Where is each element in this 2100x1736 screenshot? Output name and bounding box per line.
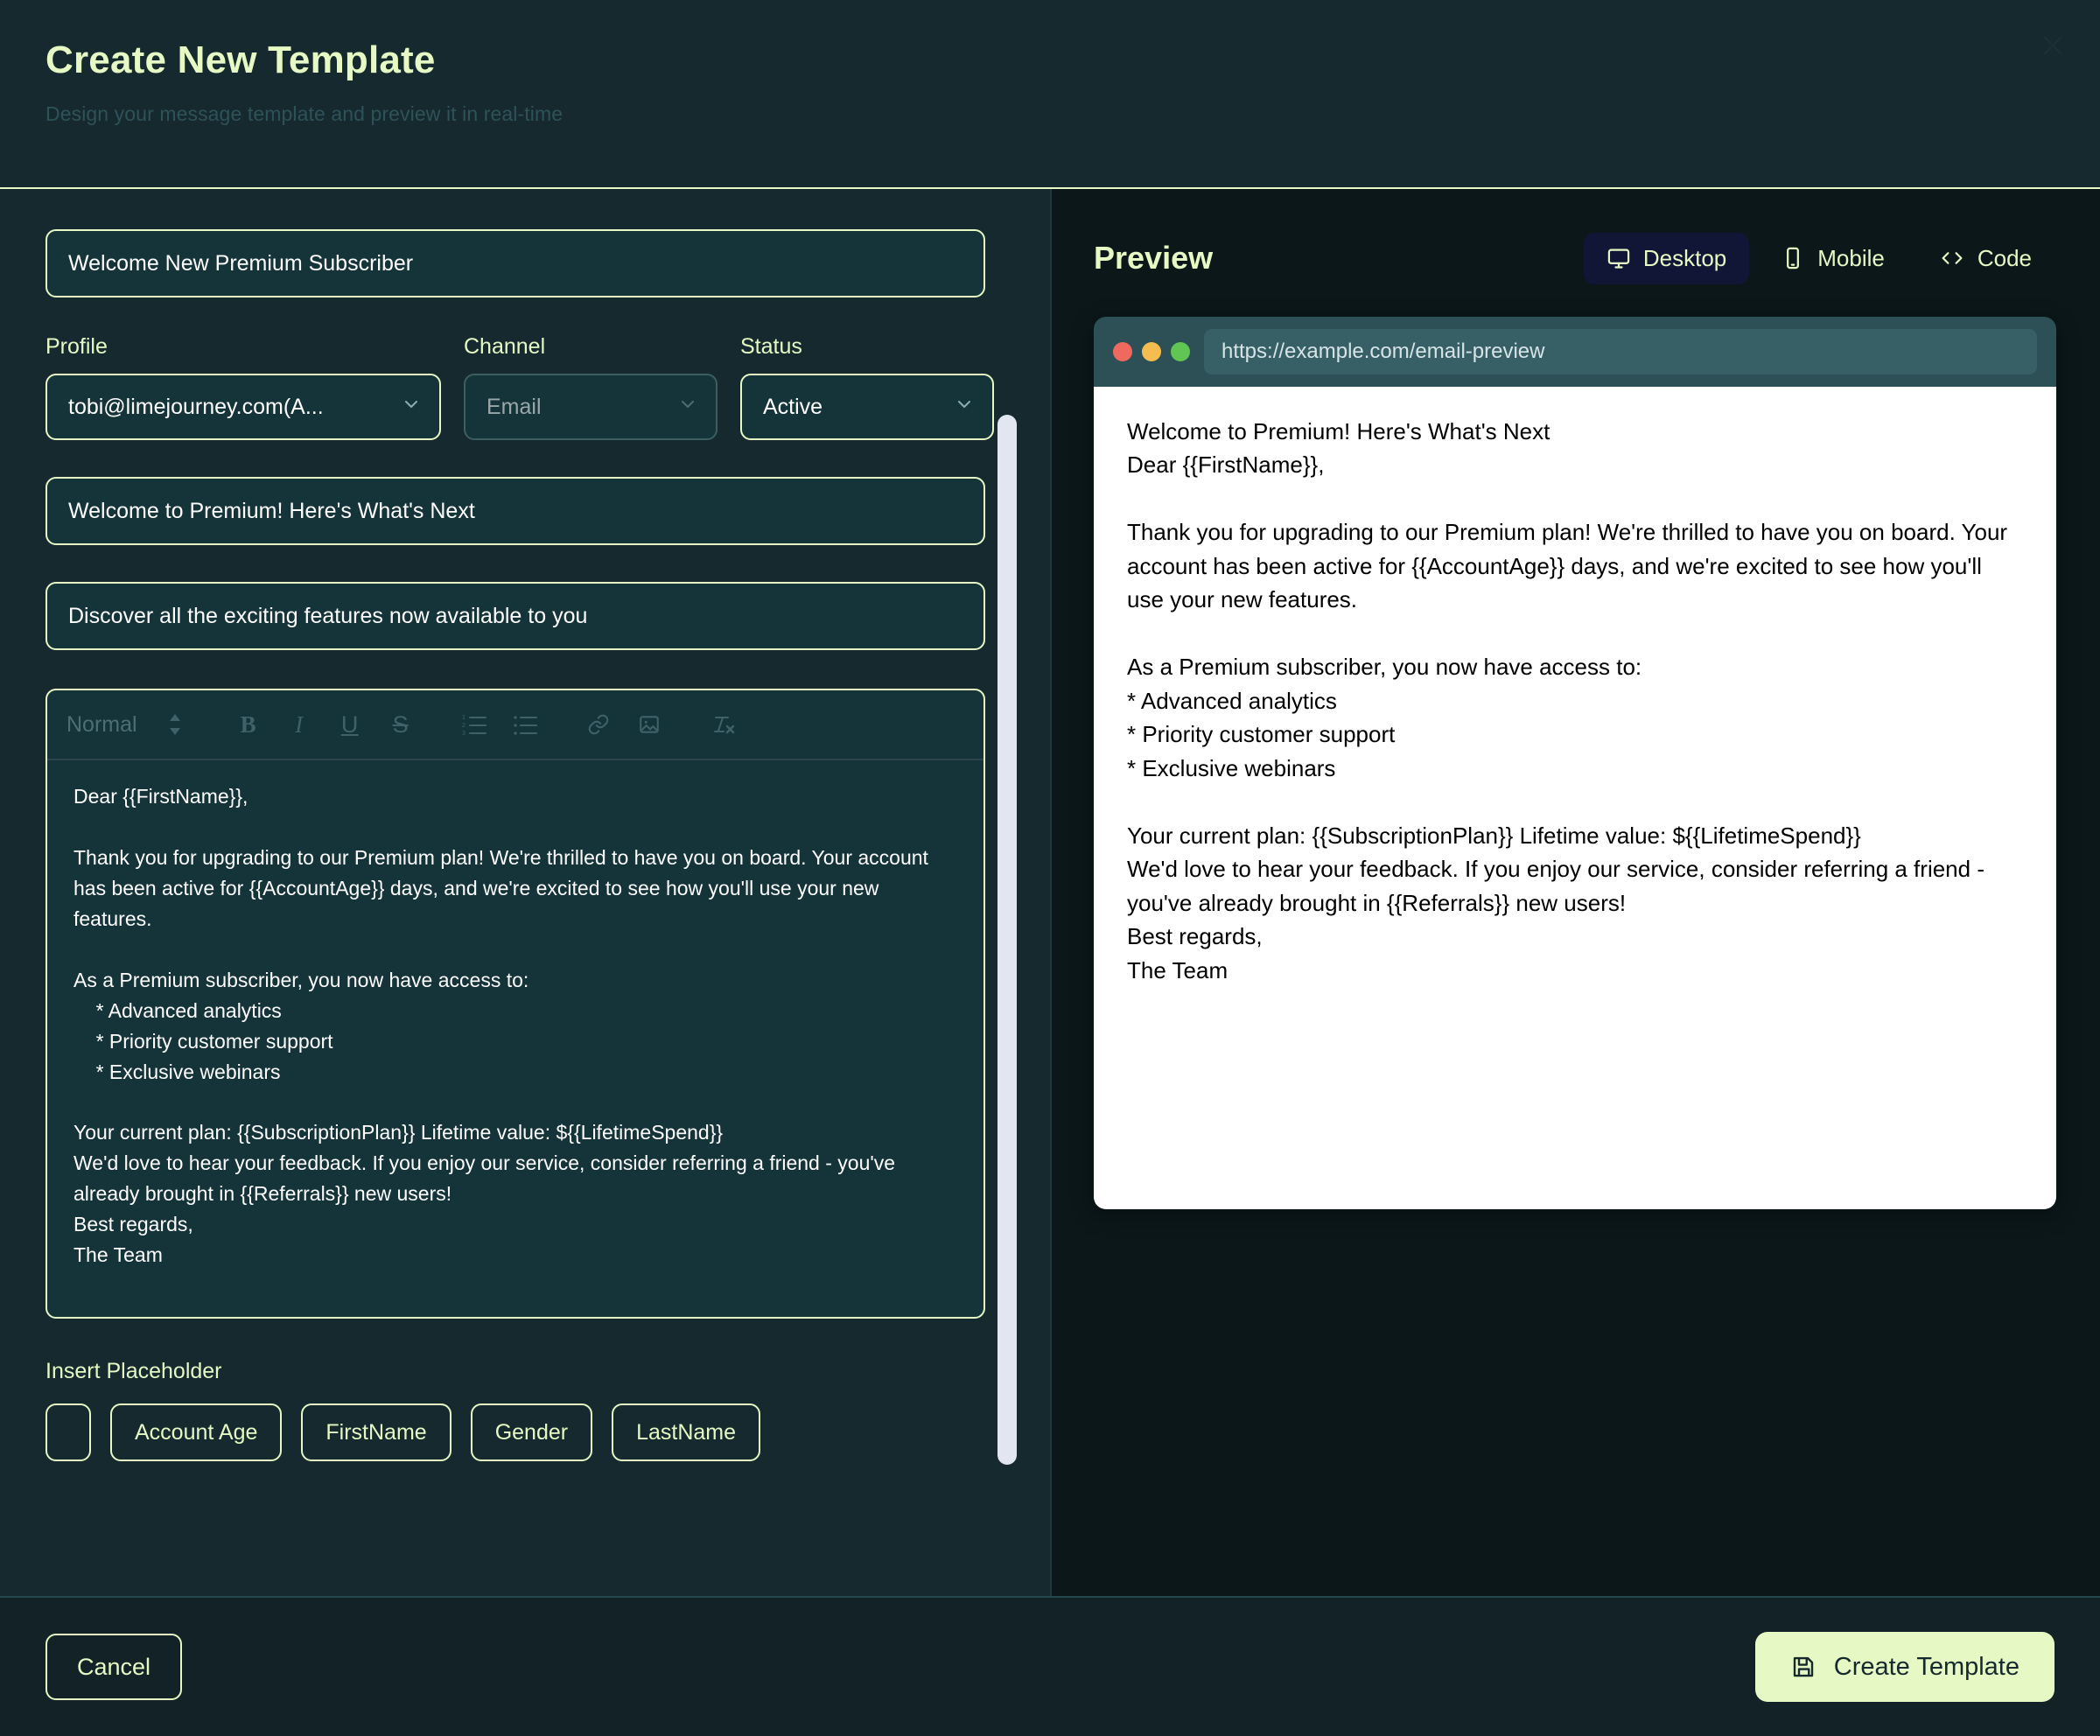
placeholder-button-gender[interactable]: Gender bbox=[471, 1404, 592, 1461]
italic-icon[interactable]: I bbox=[274, 699, 325, 750]
tab-desktop[interactable]: Desktop bbox=[1584, 233, 1749, 284]
meta-fields-row: Profile tobi@limejourney.com(A... Channe… bbox=[46, 334, 1004, 440]
save-icon bbox=[1790, 1654, 1816, 1680]
ordered-list-icon[interactable]: 1 2 3 bbox=[449, 699, 500, 750]
placeholder-button-lastname[interactable]: LastName bbox=[612, 1404, 760, 1461]
chevron-down-icon bbox=[954, 394, 975, 421]
close-icon[interactable] bbox=[2030, 23, 2076, 68]
svg-text:2: 2 bbox=[462, 723, 466, 729]
placeholder-button-account-age[interactable]: Account Age bbox=[110, 1404, 282, 1461]
editor-panel: Welcome New Premium Subscriber Profile t… bbox=[0, 189, 1050, 1596]
status-select-value: Active bbox=[763, 395, 822, 420]
preheader-input[interactable]: Discover all the exciting features now a… bbox=[46, 582, 985, 650]
code-icon bbox=[1939, 246, 1965, 270]
profile-select[interactable]: tobi@limejourney.com(A... bbox=[46, 374, 441, 440]
status-field: Status Active bbox=[740, 334, 994, 440]
bullet-list-icon[interactable] bbox=[500, 699, 550, 750]
format-select-icon[interactable] bbox=[150, 699, 200, 750]
link-icon[interactable] bbox=[573, 699, 624, 750]
underline-icon[interactable]: U bbox=[325, 699, 375, 750]
placeholder-buttons: Account Age FirstName Gender LastName bbox=[46, 1404, 1004, 1461]
svg-text:3: 3 bbox=[462, 731, 466, 736]
format-dropdown-label[interactable]: Normal bbox=[66, 712, 137, 738]
channel-label: Channel bbox=[464, 334, 718, 360]
tab-code[interactable]: Code bbox=[1916, 233, 2054, 284]
channel-select[interactable]: Email bbox=[464, 374, 718, 440]
editor-toolbar: Normal B I U S 1 2 3 bbox=[47, 690, 984, 760]
svg-text:1: 1 bbox=[462, 715, 466, 721]
subject-input[interactable]: Welcome to Premium! Here's What's Next bbox=[46, 477, 985, 545]
clear-format-icon[interactable] bbox=[697, 699, 748, 750]
create-template-label: Create Template bbox=[1834, 1653, 2020, 1682]
left-panel-scrollbar[interactable] bbox=[998, 415, 1017, 1465]
status-label: Status bbox=[740, 334, 994, 360]
email-preview-content: Welcome to Premium! Here's What's Next D… bbox=[1094, 387, 2056, 1209]
status-select[interactable]: Active bbox=[740, 374, 994, 440]
preview-panel: Preview Desktop bbox=[1050, 189, 2100, 1596]
strikethrough-icon[interactable]: S bbox=[375, 699, 426, 750]
chevron-down-icon bbox=[401, 394, 422, 421]
modal-body: Welcome New Premium Subscriber Profile t… bbox=[0, 189, 2100, 1596]
bold-icon[interactable]: B bbox=[223, 699, 274, 750]
preview-title: Preview bbox=[1094, 240, 1213, 276]
image-icon[interactable] bbox=[624, 699, 675, 750]
preview-browser-frame: https://example.com/email-preview Welcom… bbox=[1094, 317, 2056, 1209]
insert-placeholder-label: Insert Placeholder bbox=[46, 1359, 1004, 1384]
chevron-down-icon bbox=[677, 394, 698, 421]
preview-mode-tabs: Desktop Mobile bbox=[1584, 233, 2054, 284]
profile-label: Profile bbox=[46, 334, 441, 360]
tab-code-label: Code bbox=[1978, 245, 2032, 272]
channel-select-value: Email bbox=[486, 395, 542, 420]
window-control-dots bbox=[1113, 342, 1190, 361]
tab-mobile-label: Mobile bbox=[1817, 245, 1885, 272]
minimize-dot-icon[interactable] bbox=[1142, 342, 1161, 361]
modal-header: Create New Template Design your message … bbox=[0, 0, 2100, 189]
profile-select-value: tobi@limejourney.com(A... bbox=[68, 395, 324, 420]
editor-content[interactable]: Dear {{FirstName}}, Thank you for upgrad… bbox=[47, 760, 984, 1317]
preview-header: Preview Desktop bbox=[1094, 226, 2054, 290]
tab-desktop-label: Desktop bbox=[1643, 245, 1726, 272]
maximize-dot-icon[interactable] bbox=[1171, 342, 1190, 361]
profile-field: Profile tobi@limejourney.com(A... bbox=[46, 334, 441, 440]
page-title: Create New Template bbox=[46, 38, 2054, 83]
monitor-icon bbox=[1606, 246, 1631, 270]
cancel-button[interactable]: Cancel bbox=[46, 1634, 182, 1700]
create-template-modal: Create New Template Design your message … bbox=[0, 0, 2100, 1736]
rich-text-editor: Normal B I U S 1 2 3 bbox=[46, 689, 985, 1319]
browser-url-bar[interactable]: https://example.com/email-preview bbox=[1204, 329, 2037, 374]
placeholder-button-firstname[interactable]: FirstName bbox=[301, 1404, 451, 1461]
page-subtitle: Design your message template and preview… bbox=[46, 102, 2054, 126]
create-template-button[interactable]: Create Template bbox=[1755, 1632, 2054, 1702]
modal-footer: Cancel Create Template bbox=[0, 1596, 2100, 1736]
channel-field: Channel Email bbox=[464, 334, 718, 440]
scrollbar-thumb[interactable] bbox=[998, 415, 1017, 1465]
phone-icon bbox=[1781, 246, 1805, 270]
template-name-input[interactable]: Welcome New Premium Subscriber bbox=[46, 229, 985, 298]
tab-mobile[interactable]: Mobile bbox=[1758, 233, 1908, 284]
close-dot-icon[interactable] bbox=[1113, 342, 1132, 361]
placeholder-button-empty[interactable] bbox=[46, 1404, 91, 1461]
browser-chrome: https://example.com/email-preview bbox=[1094, 317, 2056, 387]
